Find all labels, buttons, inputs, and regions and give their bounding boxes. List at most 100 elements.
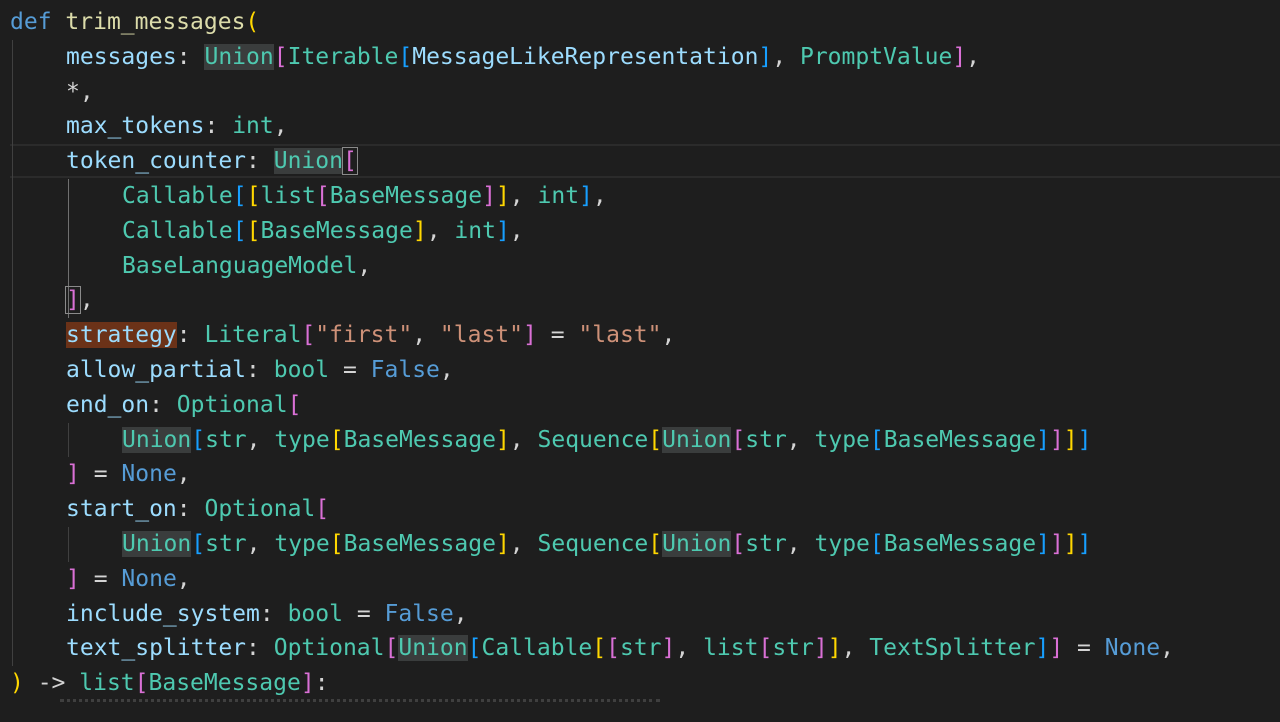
code-token: False (384, 600, 454, 627)
code-line[interactable]: ] = None, (66, 457, 191, 492)
code-token: ] (1077, 531, 1092, 557)
code-token: [ (232, 183, 247, 209)
code-token: None (121, 565, 177, 592)
code-token: Sequence (537, 426, 649, 453)
code-token: = (536, 322, 579, 349)
code-token: : (259, 600, 288, 627)
code-line[interactable]: allow_partial: bool = False, (66, 353, 454, 388)
code-line[interactable]: max_tokens: int, (66, 109, 288, 144)
code-token: , (439, 357, 454, 383)
code-token: BaseMessage (148, 670, 301, 697)
code-token: -> (23, 670, 80, 697)
code-token: [ (329, 531, 344, 557)
code-token: Optional (176, 391, 288, 418)
code-token: , (176, 565, 191, 592)
code-token: ] (65, 286, 81, 315)
code-token: : (246, 148, 274, 175)
code-token: Union (662, 531, 732, 557)
code-token: str (619, 635, 662, 662)
code-token: MessageLikeRepresentation (412, 43, 759, 70)
code-token: ] (495, 531, 510, 557)
code-token: ] (827, 635, 842, 662)
code-token: "last" (578, 322, 662, 349)
code-token: ] (1077, 426, 1092, 453)
code-line[interactable]: ], (65, 283, 94, 318)
code-token: , (841, 635, 870, 662)
code-token: ] (1035, 635, 1050, 662)
code-token: int (537, 183, 580, 209)
code-line[interactable]: Callable[[BaseMessage], int], (122, 214, 524, 249)
code-token: "last" (439, 322, 524, 349)
code-token: ] (495, 217, 510, 244)
code-token: list (79, 670, 135, 697)
code-token: type (274, 531, 330, 557)
code-token: ] (1063, 531, 1078, 557)
code-line[interactable]: Union[str, type[BaseMessage], Sequence[U… (122, 423, 1092, 458)
code-editor[interactable]: def trim_messages(messages: Union[Iterab… (0, 0, 1280, 710)
code-token: "first" (315, 322, 413, 349)
code-token: BaseMessage (883, 426, 1037, 453)
code-token: include_system (66, 600, 260, 627)
code-token: Union (122, 426, 192, 453)
code-token: str (745, 426, 787, 453)
code-line[interactable]: include_system: bool = False, (66, 597, 468, 632)
code-line[interactable]: text_splitter: Optional[Union[Callable[[… (66, 631, 1174, 666)
partially-visible-line (60, 699, 660, 722)
code-token: bool (287, 600, 343, 627)
code-token: , (509, 183, 538, 209)
code-token: [ (384, 635, 399, 662)
code-token: strategy (66, 322, 177, 349)
code-token: : (176, 43, 205, 70)
code-token: ] (482, 183, 496, 209)
code-token: Union (662, 426, 732, 453)
code-line[interactable]: strategy: Literal["first", "last"] = "la… (66, 318, 675, 353)
code-line[interactable]: Union[str, type[BaseMessage], Sequence[U… (122, 527, 1092, 562)
code-token: bool (273, 357, 330, 383)
code-line[interactable]: BaseLanguageModel, (122, 249, 371, 284)
code-token: , (1160, 635, 1174, 662)
code-line[interactable]: Callable[[list[BaseMessage]], int], (122, 179, 607, 214)
code-token: [ (731, 531, 746, 557)
code-token: [ (648, 426, 663, 453)
code-line[interactable]: ] = None, (66, 562, 191, 597)
code-token: TextSplitter (869, 635, 1036, 662)
code-token: Iterable (287, 43, 399, 70)
code-token: [ (341, 147, 358, 176)
code-token: token_counter (66, 148, 247, 175)
code-token: , (273, 113, 288, 140)
indent-guide (12, 39, 13, 667)
code-line[interactable]: *, (66, 75, 94, 110)
code-line[interactable]: start_on: Optional[ (66, 492, 329, 527)
code-token: [ (467, 635, 482, 662)
code-line[interactable]: def trim_messages( (10, 5, 259, 40)
code-token: *, (66, 78, 94, 105)
code-token: Union (122, 531, 192, 557)
code-token: : (246, 635, 274, 662)
code-line[interactable]: token_counter: Union[ (66, 144, 358, 179)
code-line[interactable]: end_on: Optional[ (66, 388, 301, 423)
code-token: Optional (204, 496, 316, 523)
code-line[interactable]: messages: Union[Iterable[MessageLikeRepr… (66, 40, 980, 75)
code-token: ] (952, 43, 967, 70)
code-token: : (204, 113, 233, 140)
code-token: : (149, 391, 177, 418)
code-token: ] (523, 322, 537, 349)
code-token: [ (246, 217, 261, 244)
code-token: [ (869, 531, 884, 557)
code-token: False (370, 357, 440, 383)
code-token: ] (66, 565, 80, 592)
code-token: [ (592, 635, 607, 662)
code-token: str (772, 635, 814, 662)
code-token: trim_messages (65, 9, 246, 35)
code-token: Union (398, 635, 468, 662)
code-token: [ (232, 217, 247, 244)
code-token: ] (300, 670, 315, 697)
code-token: None (1104, 635, 1161, 662)
code-token: , (453, 600, 468, 627)
code-line[interactable]: ) -> list[BaseMessage]: (10, 666, 329, 701)
code-token: [ (398, 43, 413, 70)
code-token: max_tokens (66, 113, 205, 140)
code-token: , (246, 531, 275, 557)
code-token: Callable (481, 635, 593, 662)
code-token: , (509, 426, 538, 453)
